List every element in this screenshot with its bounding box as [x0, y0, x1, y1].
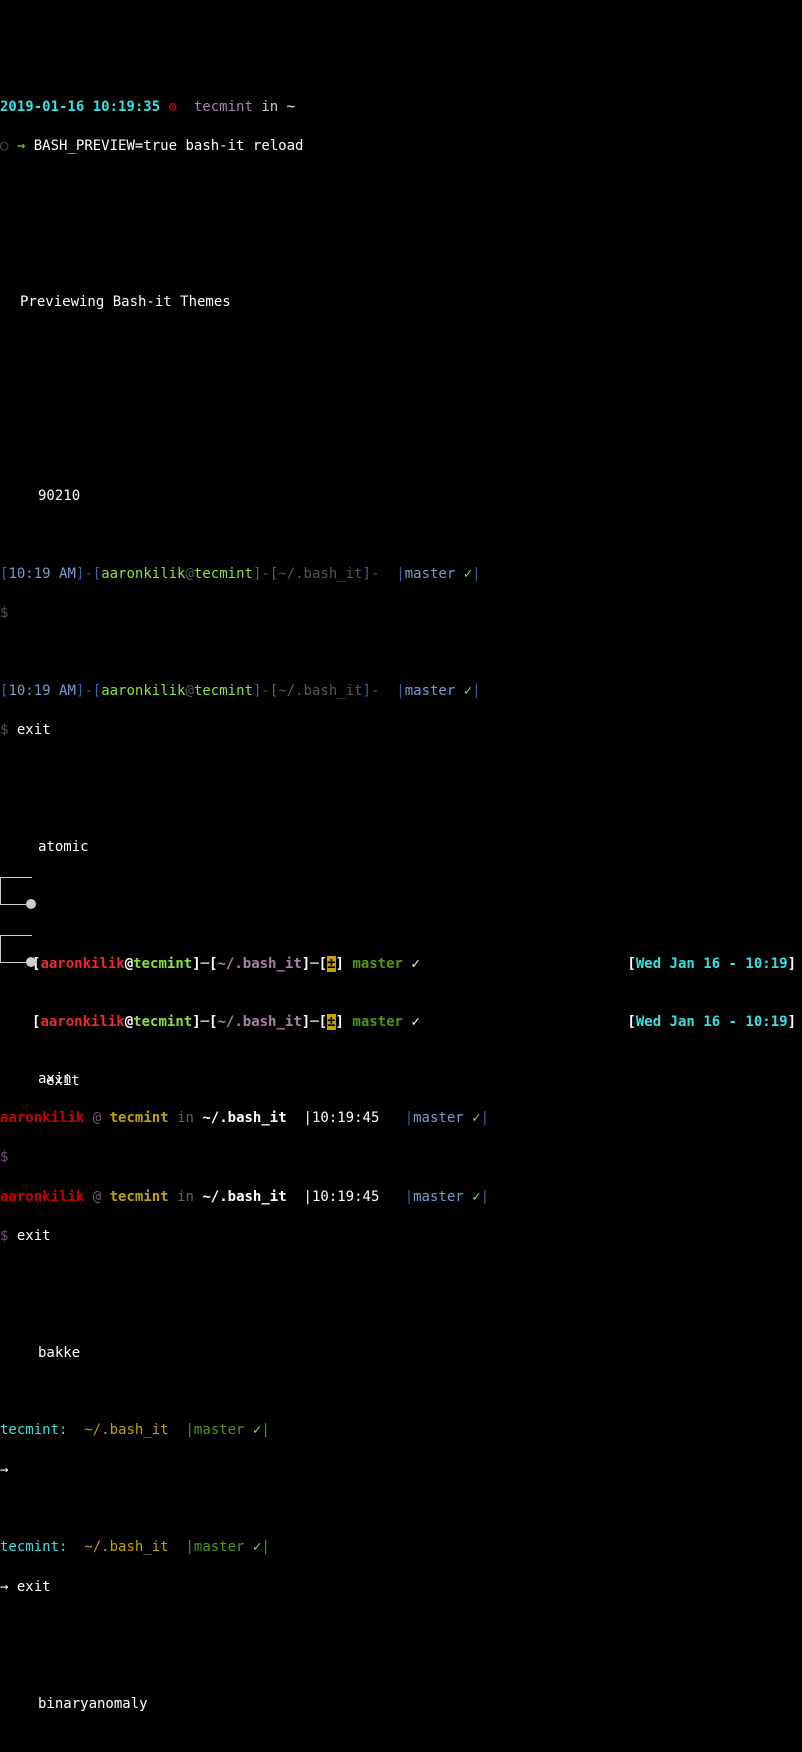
header-line: 2019-01-16 10:19:35 ⚙ tecmint in ~	[0, 98, 802, 118]
theme-atomic-block-1: [aaronkilik@tecmint]─[~/.bash_it]─[±] ma…	[0, 877, 802, 915]
header-path: ~	[287, 99, 295, 115]
bullet-icon	[26, 899, 36, 909]
theme-bakke-prompt-2: tecmint: ~/.bash_it |master ✓|	[0, 1538, 802, 1558]
command-text: BASH_PREVIEW=true bash-it reload	[34, 138, 304, 154]
theme-axin-prompt-1: aaronkilik @ tecmint in ~/.bash_it |10:1…	[0, 1109, 802, 1129]
command-line[interactable]: ○ → BASH_PREVIEW=true bash-it reload	[0, 137, 802, 157]
arrow-icon: →	[17, 138, 25, 154]
timestamp: 2019-01-16 10:19:35	[0, 99, 160, 115]
gear-icon: ⚙	[169, 99, 177, 115]
theme-atomic-block-2: [aaronkilik@tecmint]─[~/.bash_it]─[±] ma…	[0, 935, 802, 973]
theme-90210-exit[interactable]: $ exit	[0, 721, 802, 741]
theme-bakke-arrow[interactable]: →	[0, 1461, 802, 1481]
theme-axin-exit[interactable]: $ exit	[0, 1227, 802, 1247]
theme-90210-prompt: [10:19 AM]-[aaronkilik@tecmint]-[~/.bash…	[0, 565, 802, 585]
theme-90210-prompt-char[interactable]: $	[0, 604, 802, 624]
preview-title: Previewing Bash-it Themes	[0, 293, 802, 313]
theme-90210-label: 90210	[0, 487, 802, 507]
header-user: tecmint	[194, 99, 253, 115]
theme-bakke-prompt-1: tecmint: ~/.bash_it |master ✓|	[0, 1421, 802, 1441]
theme-axin-prompt-char[interactable]: $	[0, 1148, 802, 1168]
theme-axin-prompt-2: aaronkilik @ tecmint in ~/.bash_it |10:1…	[0, 1188, 802, 1208]
header-in: in	[261, 99, 278, 115]
bullet-icon	[26, 957, 36, 967]
theme-atomic-label: atomic	[0, 838, 802, 858]
circle-icon: ○	[0, 138, 8, 154]
theme-atomic-exit[interactable]: exit	[46, 1073, 80, 1089]
theme-bakke-label: bakke	[0, 1344, 802, 1364]
theme-binaryanomaly-label: binaryanomaly	[0, 1695, 802, 1715]
theme-90210-prompt-2: [10:19 AM]-[aaronkilik@tecmint]-[~/.bash…	[0, 682, 802, 702]
theme-bakke-exit[interactable]: → exit	[0, 1578, 802, 1598]
